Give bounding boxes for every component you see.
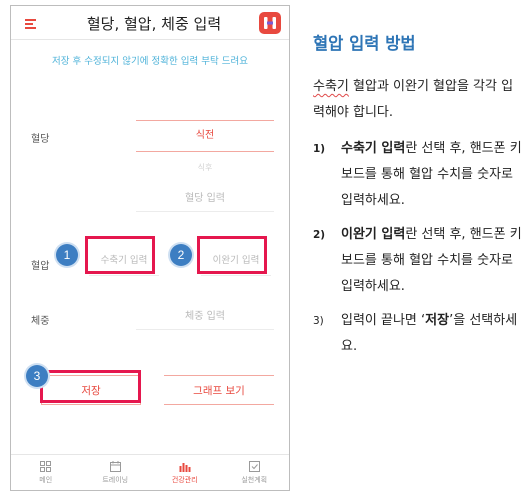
glucose-input[interactable]: 혈당 입력 [136,186,274,212]
step-text: 수축기 입력란 선택 후, 핸드폰 키보드를 통해 혈압 수치를 숫자로 입력하… [341,136,523,214]
bar-chart-icon [179,462,191,472]
step-badge-1: 1 [56,244,78,266]
highlight-diastolic [197,236,267,274]
graph-button[interactable]: 그래프 보기 [164,375,274,405]
bottom-tab-bar: 메인 트레이닝 건강관리 실천계획 [11,454,289,490]
step-keyword: 수축기 입력 [341,141,406,156]
step-number: 1) [313,143,326,155]
glucose-label: 혈당 [31,134,50,145]
highlight-systolic [85,236,155,274]
step-badge-2: 2 [170,244,192,266]
tab-health-label: 건강관리 [171,475,198,484]
calendar-icon [109,460,121,472]
tab-training-label: 트레이닝 [102,475,129,484]
tab-training[interactable]: 트레이닝 [81,455,151,490]
meal-sub-option[interactable]: 식후 [136,162,274,173]
step-text: 이완기 입력란 선택 후, 핸드폰 키보드를 통해 혈압 수치를 숫자로 입력하… [341,222,523,300]
tab-plan[interactable]: 실천계획 [220,455,290,490]
weight-input[interactable]: 체중 입력 [136,304,274,330]
tab-plan-label: 실천계획 [241,475,268,484]
step-keyword: 저장 [425,313,450,328]
meal-select[interactable]: 식전 [136,120,274,152]
step-text: 입력이 끝나면 ‘저장’을 선택하세요. [341,308,523,360]
step-number: 3) [313,315,324,327]
guide-intro-keyword: 수축기 [313,79,349,94]
guide-step: 1) 수축기 입력란 선택 후, 핸드폰 키보드를 통해 혈압 수치를 숫자로 … [313,136,523,214]
guide-step: 2) 이완기 입력란 선택 후, 핸드폰 키보드를 통해 혈압 수치를 숫자로 … [313,222,523,300]
weight-label: 체중 [31,316,50,327]
guide-step: 3) 입력이 끝나면 ‘저장’을 선택하세요. [313,308,523,360]
blood-pressure-label: 혈압 [31,261,50,272]
step-number: 2) [313,229,326,241]
notice-text: 저장 후 수정되지 않기에 정확한 입력 부탁 드려요 [52,56,248,67]
step-badge-3: 3 [26,365,48,387]
tab-main-label: 메인 [39,475,53,484]
highlight-save [40,370,141,403]
menu-icon[interactable] [25,19,36,29]
tab-health[interactable]: 건강관리 [150,455,220,490]
app-bar: 혈당, 혈압, 체중 입력 [11,6,289,40]
grid-icon [40,460,52,472]
step-prefix: 입력이 끝나면 ‘ [341,313,426,328]
guide-panel: 혈압 입력 방법 수축기 혈압과 이완기 혈압을 각각 입력해야 합니다. 1)… [313,30,523,368]
tab-main[interactable]: 메인 [11,455,81,490]
guide-intro: 수축기 혈압과 이완기 혈압을 각각 입력해야 합니다. [313,74,523,126]
plan-icon [248,460,260,472]
guide-title: 혈압 입력 방법 [313,34,416,53]
page-title: 혈당, 혈압, 체중 입력 [86,15,222,33]
brand-logo-icon [259,12,281,34]
step-keyword: 이완기 입력 [341,227,406,242]
